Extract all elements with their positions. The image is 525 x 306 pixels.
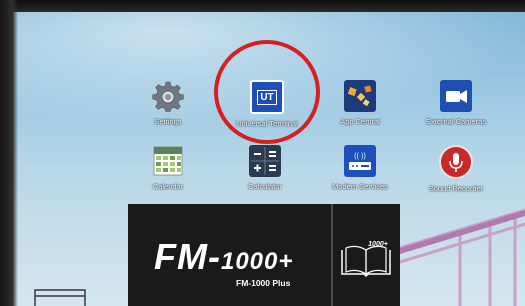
product-banner: FM-1000+ FM-1000 Plus 1000+ bbox=[128, 204, 400, 306]
manual-badge: 1000+ bbox=[368, 241, 388, 248]
app-settings[interactable]: Settings bbox=[125, 80, 211, 126]
app-modem-services[interactable]: ((·)) Modem Services bbox=[317, 145, 403, 191]
banner-brand: FM-1000+ bbox=[154, 236, 293, 278]
app-label: Calculator bbox=[248, 182, 282, 191]
manual-book-icon[interactable]: 1000+ bbox=[338, 234, 394, 278]
app-calendar[interactable]: Calendar bbox=[125, 145, 211, 191]
banner-divider bbox=[331, 204, 333, 306]
calendar-icon bbox=[152, 145, 184, 177]
fence-illustration bbox=[34, 289, 86, 306]
brand-prefix: FM- bbox=[154, 236, 221, 277]
modem-wave-icon: ((·)) bbox=[354, 153, 366, 160]
banner-subtitle: FM-1000 Plus bbox=[236, 278, 291, 288]
app-label: Settings bbox=[154, 117, 182, 126]
highlight-circle bbox=[214, 40, 320, 144]
app-label: Calendar bbox=[152, 182, 184, 191]
app-label: Modem Services bbox=[332, 182, 388, 191]
app-label: App Central bbox=[340, 117, 380, 126]
brand-model: 1000+ bbox=[220, 248, 294, 275]
device-bezel-left bbox=[0, 0, 18, 306]
app-calculator[interactable]: Calculator bbox=[222, 145, 308, 191]
video-camera-icon bbox=[440, 80, 472, 112]
calculator-icon bbox=[249, 145, 281, 177]
bridge-illustration bbox=[400, 208, 525, 306]
app-external-cameras[interactable]: External Cameras bbox=[413, 80, 499, 126]
app-label: External Cameras bbox=[425, 117, 487, 126]
device-bezel-top bbox=[0, 0, 525, 12]
device-screen: Settings UT Universal Terminal App Centr… bbox=[0, 0, 525, 306]
app-app-central[interactable]: App Central bbox=[317, 80, 403, 126]
gear-icon bbox=[152, 80, 184, 112]
modem-icon: ((·)) bbox=[344, 145, 376, 177]
app-central-icon bbox=[344, 80, 376, 112]
